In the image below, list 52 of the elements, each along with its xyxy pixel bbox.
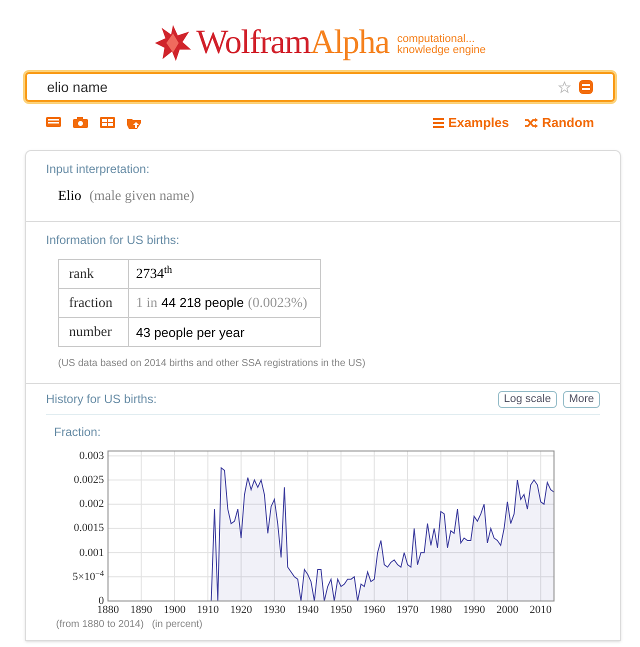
star-icon[interactable]	[558, 80, 571, 94]
log-scale-button[interactable]: Log scale	[498, 390, 557, 408]
y-tick-label: 0.0015	[72, 521, 104, 536]
menu-icon	[433, 118, 444, 128]
footnote: (US data based on 2014 births and other SSA registrations in the US)	[58, 357, 366, 371]
x-tick-label: 1900	[164, 604, 186, 616]
logo-icon	[154, 24, 192, 62]
camera-icon[interactable]	[73, 117, 88, 128]
x-tick-label: 1960	[363, 604, 386, 616]
chart-title: Fraction:	[54, 424, 102, 441]
y-tick-label: 0.002	[78, 497, 104, 512]
pod-title: Input interpretation:	[46, 161, 150, 178]
table-cell: 43 people per year	[128, 318, 320, 346]
tagline: computational...	[397, 34, 476, 45]
x-tick-label: 1910	[196, 604, 219, 616]
y-tick-label: 0.001	[78, 546, 104, 561]
table-cell: rank	[58, 260, 128, 288]
x-tick-label: 1980	[430, 604, 452, 616]
x-tick-label: 1970	[396, 604, 419, 616]
search-field[interactable]: elio name	[47, 76, 558, 98]
y-tick-label: 5×10$^{−4}$	[72, 568, 104, 585]
shuffle-icon	[525, 118, 538, 128]
x-tick-label: 2000	[496, 604, 518, 616]
x-tick-label: 1890	[130, 604, 152, 616]
x-tick-label: 1880	[97, 604, 119, 616]
x-tick-label: 1920	[230, 604, 252, 616]
table-icon[interactable]	[100, 117, 115, 128]
logo-wordmark: WolframAlpha	[196, 26, 390, 60]
interpreted-name: Elio	[58, 188, 82, 206]
pod-title: History for US births:	[46, 391, 158, 408]
submit-icon[interactable]	[579, 80, 593, 94]
keyboard-icon[interactable]	[46, 117, 61, 127]
y-tick-label: 0.003	[78, 448, 104, 464]
pod-title: Information for US births:	[46, 232, 180, 249]
more-button[interactable]: More	[562, 390, 600, 408]
table-cell: fraction	[58, 288, 128, 318]
x-tick-label: 1950	[330, 604, 352, 616]
search-field[interactable]: elio name	[25, 72, 615, 102]
x-tick-label: 1990	[463, 604, 486, 616]
table-cell: 2734$^{th}$	[128, 260, 320, 288]
x-tick-label: 1940	[296, 604, 319, 616]
interpretation-note: (male given name)	[89, 188, 194, 206]
x-tick-label: 2010	[530, 604, 552, 616]
y-tick-label: 0	[98, 594, 104, 607]
x-tick-label: 1930	[263, 604, 286, 616]
chart-note: (from 1880 to 2014)	[56, 618, 144, 632]
folder-upload-icon[interactable]	[127, 117, 142, 129]
y-tick-label: 0.0025	[72, 473, 104, 488]
chart-note: (in percent)	[152, 618, 202, 632]
table-cell: 1 in 44 218 people (0.0023%)	[128, 288, 320, 318]
table-cell: number	[58, 318, 128, 346]
tagline: knowledge engine	[397, 45, 486, 56]
